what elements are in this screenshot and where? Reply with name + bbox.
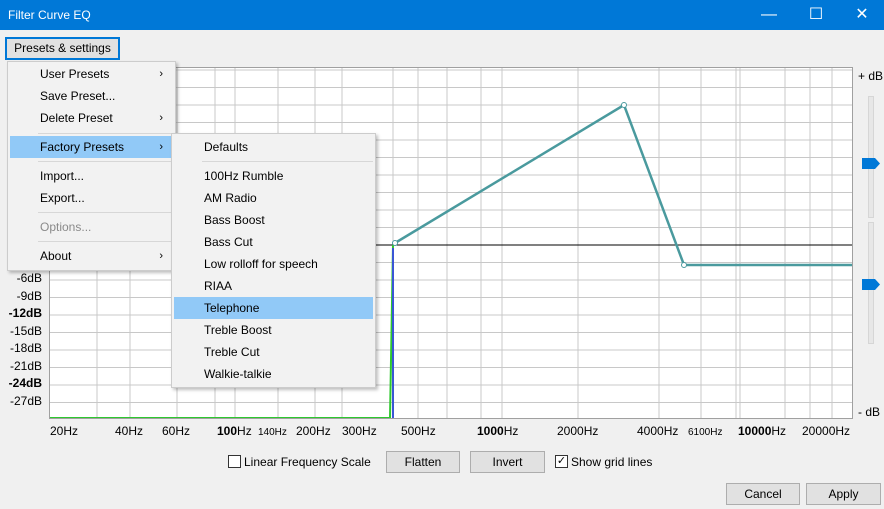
max-db-slider[interactable] bbox=[868, 96, 874, 218]
title-bar: Filter Curve EQ — ☐ ✕ bbox=[0, 0, 884, 30]
close-button[interactable]: ✕ bbox=[839, 0, 884, 30]
freq-label: 2000Hz bbox=[557, 424, 599, 438]
minimize-icon: — bbox=[761, 6, 777, 23]
freq-label: 140Hz bbox=[258, 427, 287, 438]
menu-separator bbox=[202, 161, 373, 162]
minimize-button[interactable]: — bbox=[746, 0, 792, 30]
preset-item[interactable]: Walkie-talkie bbox=[172, 363, 375, 385]
menu-separator bbox=[38, 133, 173, 134]
chevron-right-icon: › bbox=[159, 141, 163, 153]
freq-label: 200Hz bbox=[296, 424, 331, 438]
freq-label: 300Hz bbox=[342, 424, 377, 438]
db-label: -15dB bbox=[9, 324, 42, 338]
preset-item[interactable]: RIAA bbox=[172, 275, 375, 297]
menu-separator bbox=[38, 212, 173, 213]
menu-item-factory-presets[interactable]: Factory Presets › bbox=[10, 136, 173, 158]
db-label: -21dB bbox=[9, 359, 42, 373]
max-db-slider-thumb[interactable] bbox=[862, 158, 880, 169]
close-icon: ✕ bbox=[855, 6, 869, 23]
curve-point[interactable] bbox=[621, 102, 627, 108]
cancel-button[interactable]: Cancel bbox=[726, 483, 800, 505]
freq-label: 4000Hz bbox=[637, 424, 679, 438]
invert-button[interactable]: Invert bbox=[470, 451, 545, 473]
preset-item[interactable]: Defaults bbox=[172, 136, 375, 158]
freq-label: 1000Hz bbox=[477, 424, 519, 438]
flatten-button[interactable]: Flatten bbox=[386, 451, 460, 473]
db-label: -27dB bbox=[9, 394, 42, 408]
menu-item-delete-preset[interactable]: Delete Preset › bbox=[8, 107, 175, 129]
menu-item-about[interactable]: About › bbox=[8, 245, 175, 267]
chevron-right-icon: › bbox=[159, 112, 163, 124]
freq-label: 20000Hz bbox=[802, 424, 851, 438]
eq-curve[interactable] bbox=[394, 103, 853, 267]
plus-db-label: + dB bbox=[858, 69, 884, 83]
chevron-right-icon: › bbox=[159, 68, 163, 80]
preset-item-telephone[interactable]: Telephone bbox=[174, 297, 373, 319]
freq-label: 60Hz bbox=[162, 424, 191, 438]
preset-item[interactable]: Bass Cut bbox=[172, 231, 375, 253]
preset-item[interactable]: 100Hz Rumble bbox=[172, 165, 375, 187]
menu-item-save-preset[interactable]: Save Preset... bbox=[8, 85, 175, 107]
apply-button[interactable]: Apply bbox=[806, 483, 881, 505]
chevron-right-icon: › bbox=[159, 250, 163, 262]
db-label: -6dB bbox=[16, 271, 42, 285]
linear-scale-checkbox[interactable] bbox=[228, 455, 241, 468]
curve-point[interactable] bbox=[681, 262, 687, 268]
db-label: -12dB bbox=[8, 306, 42, 320]
preset-item[interactable]: AM Radio bbox=[172, 187, 375, 209]
menu-item-options: Options... bbox=[40, 220, 92, 234]
menu-separator bbox=[38, 161, 173, 162]
curve-point[interactable] bbox=[392, 240, 398, 246]
db-label: -9dB bbox=[16, 289, 42, 303]
linear-scale-label: Linear Frequency Scale bbox=[244, 455, 371, 469]
grid-lines-label: Show grid lines bbox=[571, 455, 653, 469]
factory-presets-submenu: Defaults 100Hz Rumble AM Radio Bass Boos… bbox=[171, 133, 376, 388]
menu-item-export[interactable]: Export... bbox=[8, 187, 175, 209]
db-label: -18dB bbox=[9, 341, 42, 355]
maximize-icon: ☐ bbox=[808, 6, 824, 23]
presets-menu: User Presets › Save Preset... Delete Pres… bbox=[7, 61, 176, 271]
freq-label: 10000Hz bbox=[738, 424, 787, 438]
preset-item[interactable]: Bass Boost bbox=[172, 209, 375, 231]
grid-lines-checkbox[interactable]: ✓ bbox=[555, 455, 568, 468]
db-label: -24dB bbox=[8, 376, 42, 390]
freq-label: 500Hz bbox=[401, 424, 436, 438]
freq-label: 20Hz bbox=[50, 424, 79, 438]
checkmark-icon: ✓ bbox=[556, 455, 567, 467]
min-db-slider-thumb[interactable] bbox=[862, 279, 880, 290]
menu-item-import[interactable]: Import... bbox=[8, 165, 175, 187]
menu-separator bbox=[38, 241, 173, 242]
preset-item[interactable]: Low rolloff for speech bbox=[172, 253, 375, 275]
freq-label: 100Hz bbox=[217, 424, 252, 438]
preset-item[interactable]: Treble Cut bbox=[172, 341, 375, 363]
preset-item[interactable]: Treble Boost bbox=[172, 319, 375, 341]
presets-settings-button[interactable]: Presets & settings bbox=[5, 37, 120, 60]
minus-db-label: - dB bbox=[858, 405, 881, 419]
menu-item-user-presets[interactable]: User Presets › bbox=[8, 63, 175, 85]
window-title: Filter Curve EQ bbox=[8, 8, 91, 22]
freq-label: 6100Hz bbox=[688, 427, 723, 438]
maximize-button[interactable]: ☐ bbox=[793, 0, 839, 30]
freq-label: 40Hz bbox=[115, 424, 144, 438]
